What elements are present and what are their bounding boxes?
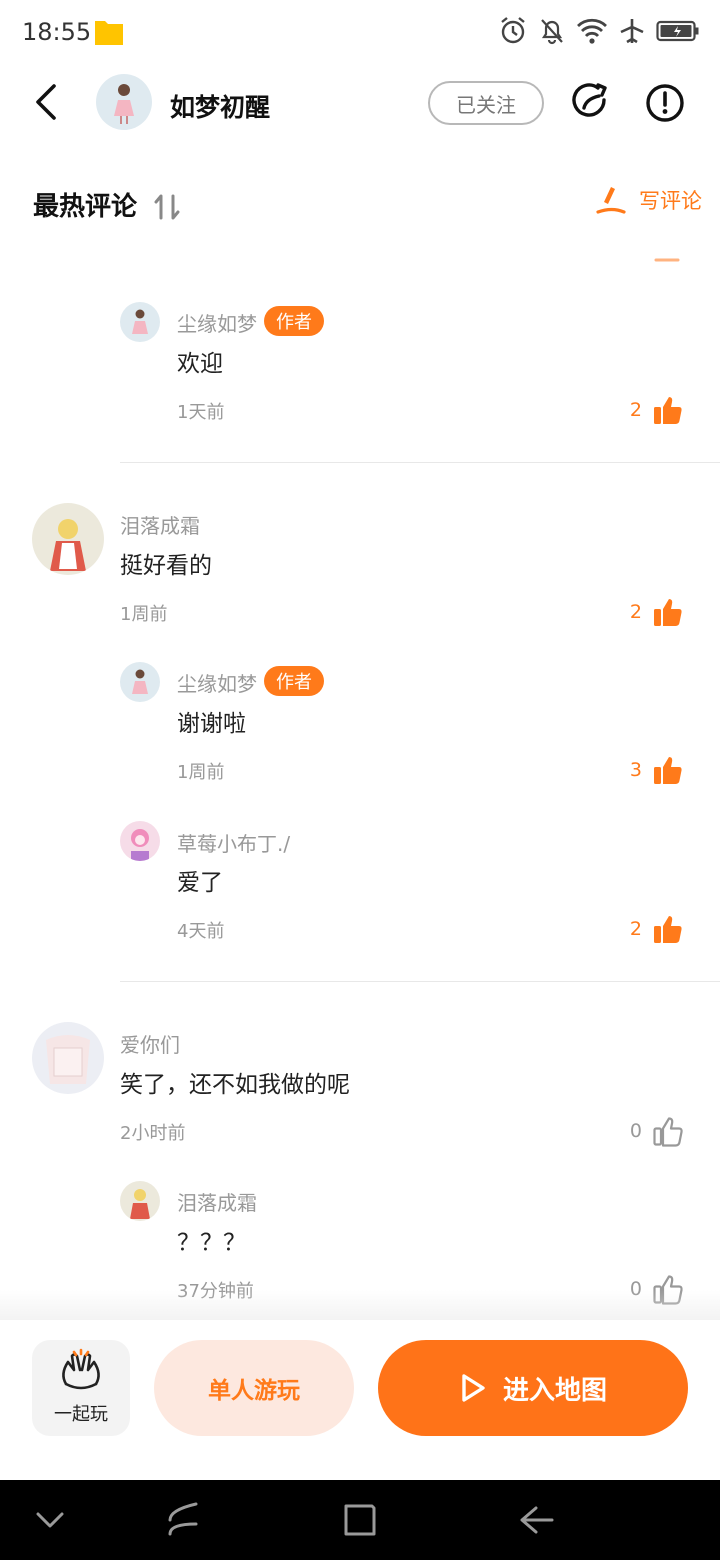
comment-text: 欢迎: [177, 351, 223, 377]
commenter-name[interactable]: 尘缘如梦: [177, 668, 257, 697]
avatar-figure-icon: [114, 84, 134, 124]
status-time: 18:55: [22, 18, 92, 46]
pen-icon: [596, 187, 626, 214]
comment-time: 1天前: [177, 402, 225, 423]
like-button[interactable]: 3: [630, 754, 684, 786]
comment-text: 爱了: [177, 870, 223, 896]
commenter-name[interactable]: 爱你们: [120, 1029, 180, 1058]
thumbs-up-outline-icon: [653, 1117, 683, 1147]
share-icon[interactable]: [570, 82, 612, 124]
like-count: 2: [629, 601, 642, 623]
chevron-down-icon[interactable]: [30, 1500, 70, 1540]
author-avatar[interactable]: [96, 74, 152, 130]
page-title: 如梦初醒: [170, 93, 271, 122]
airplane-icon: [620, 19, 644, 44]
avatar[interactable]: [32, 1022, 104, 1094]
section-title: 最热评论: [33, 192, 138, 222]
like-button[interactable]: 0: [630, 1115, 684, 1147]
enter-map-button[interactable]: 进入地图: [378, 1340, 688, 1436]
comment-time: 2小时前: [120, 1123, 186, 1144]
play-together-label: 一起玩: [54, 1404, 108, 1425]
system-nav-bar: [0, 1480, 720, 1560]
thumbs-up-filled-icon: [654, 397, 682, 424]
avatar[interactable]: [120, 821, 160, 861]
comment-text: 挺好看的: [120, 553, 212, 579]
battery-icon: [656, 20, 699, 42]
like-count: 2: [629, 918, 642, 940]
comment-time: 1周前: [120, 604, 168, 625]
commenter-name[interactable]: 草莓小布丁./: [177, 828, 290, 857]
like-button[interactable]: 2: [630, 596, 684, 628]
write-comment-label: 写评论: [639, 189, 702, 213]
avatar[interactable]: [120, 1181, 160, 1221]
like-button[interactable]: 2: [630, 394, 684, 426]
avatar[interactable]: [32, 503, 104, 575]
thumbs-up-filled-icon: [654, 757, 682, 784]
status-bar: 18:55: [0, 0, 720, 64]
avatar[interactable]: [120, 662, 160, 702]
commenter-name[interactable]: 尘缘如梦: [177, 308, 257, 337]
back-nav-icon[interactable]: [516, 1500, 556, 1540]
notifications-off-icon: [541, 19, 563, 45]
sort-icon[interactable]: [152, 192, 184, 222]
commenter-name[interactable]: 泪落成霜: [177, 1187, 257, 1216]
partial-like-icon: [654, 258, 680, 262]
like-count: 3: [629, 759, 642, 781]
commenter-name[interactable]: 泪落成霜: [120, 510, 200, 539]
author-badge: 作者: [264, 306, 324, 336]
enter-map-label: 进入地图: [502, 1375, 607, 1406]
play-together-button[interactable]: 一起玩: [32, 1340, 130, 1436]
avatar[interactable]: [120, 302, 160, 342]
follow-button[interactable]: 已关注: [428, 81, 544, 125]
solo-play-button[interactable]: 单人游玩: [154, 1340, 354, 1436]
home-icon[interactable]: [340, 1500, 380, 1540]
header: 如梦初醒 已关注: [0, 64, 720, 144]
comments-section-header: 最热评论 写评论: [0, 170, 720, 240]
like-count: 0: [629, 1120, 642, 1142]
author-badge: 作者: [264, 666, 324, 696]
back-icon[interactable]: [30, 82, 64, 122]
clapping-hands-icon: [62, 1348, 100, 1390]
comment-time: 1周前: [177, 762, 225, 783]
like-button[interactable]: 2: [630, 913, 684, 945]
alarm-icon: [501, 17, 525, 44]
comment-time: 4天前: [177, 921, 225, 942]
comment-text: 笑了，还不如我做的呢: [120, 1072, 350, 1098]
report-icon[interactable]: [644, 82, 686, 124]
wifi-icon: [577, 18, 607, 44]
divider: [120, 981, 720, 982]
status-icons: [498, 16, 700, 46]
scroll-fade: [0, 1290, 720, 1320]
comment-text: ？？？: [177, 1230, 246, 1256]
play-icon: [462, 1374, 485, 1402]
thumbs-up-filled-icon: [654, 599, 682, 626]
write-comment-button[interactable]: 写评论: [595, 184, 702, 216]
recents-icon[interactable]: [162, 1500, 202, 1540]
divider: [120, 462, 720, 463]
comment-list[interactable]: 尘缘如梦 作者 欢迎 1天前 2 泪落成霜 挺好看的 1周前 2 尘缘如梦 作者…: [0, 240, 720, 1320]
comment-text: 谢谢啦: [177, 711, 246, 737]
folder-icon: [95, 21, 123, 45]
thumbs-up-filled-icon: [654, 916, 682, 943]
like-count: 2: [629, 399, 642, 421]
action-bar: 一起玩 单人游玩 进入地图: [0, 1320, 720, 1480]
